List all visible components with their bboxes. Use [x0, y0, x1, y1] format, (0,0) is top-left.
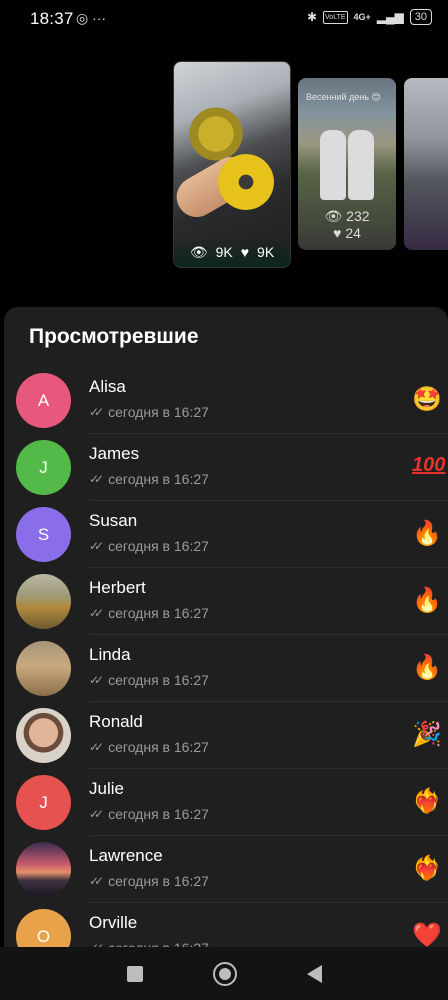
viewer-time: сегодня в 16:27: [108, 605, 209, 621]
story-image: [404, 78, 448, 250]
avatar[interactable]: [16, 574, 71, 629]
viewer-name: James: [89, 444, 140, 463]
story-views: 9K: [215, 244, 233, 260]
reaction-icon: 🔥: [412, 654, 442, 681]
double-check-icon: ✓✓: [89, 740, 104, 754]
viewer-seen-info: ✓✓ сегодня в 16:27: [89, 806, 209, 822]
recents-button[interactable]: [126, 965, 143, 982]
viewer-seen-info: ✓✓ сегодня в 16:27: [89, 471, 209, 487]
reaction-icon: ❤️: [412, 922, 442, 947]
system-navbar: [0, 947, 448, 1000]
viewer-time: сегодня в 16:27: [108, 806, 209, 822]
double-check-icon: ✓✓: [89, 405, 104, 419]
viewer-seen-info: ✓✓ сегодня в 16:27: [89, 538, 209, 554]
viewer-name: Linda: [89, 645, 131, 664]
viewer-row[interactable]: A Alisa ✓✓ сегодня в 16:27 🤩: [4, 367, 448, 434]
viewer-time: сегодня в 16:27: [108, 538, 209, 554]
viewer-name: Herbert: [89, 578, 146, 597]
reaction-icon: ❤️‍🔥: [412, 788, 442, 815]
double-check-icon: ✓✓: [89, 874, 104, 888]
viewers-sheet: Просмотревшие A Alisa ✓✓ сегодня в 16:27 🤩 J J…: [4, 307, 448, 947]
viewer-row[interactable]: J Julie ✓✓ сегодня в 16:27 ❤️‍🔥: [4, 769, 448, 836]
eye-icon: 👁: [324, 208, 343, 224]
story-stats: 👁 9K ♥ 9K: [174, 237, 290, 267]
sheet-title: Просмотревшие: [29, 325, 199, 348]
story-likes: 24: [345, 225, 361, 241]
viewer-name: Lawrence: [89, 846, 163, 865]
home-button[interactable]: [212, 961, 237, 986]
reaction-icon: 🔥: [412, 587, 442, 614]
viewer-seen-info: ✓✓ сегодня в 16:27: [89, 739, 209, 755]
story-caption: Весенний день 😊: [306, 92, 381, 102]
avatar[interactable]: [16, 842, 71, 897]
story-card[interactable]: Весенний день 😊 👁 232 ♥ 24: [298, 78, 396, 250]
avatar[interactable]: [16, 708, 71, 763]
reaction-icon: 100: [412, 454, 446, 476]
viewer-row[interactable]: Herbert ✓✓ сегодня в 16:27 🔥: [4, 568, 448, 635]
stories-carousel[interactable]: 👁 9K ♥ 9K Весенний день 😊 👁 232 ♥ 24: [0, 0, 448, 310]
avatar[interactable]: S: [16, 507, 71, 562]
viewer-name: Julie: [89, 779, 124, 798]
avatar[interactable]: J: [16, 775, 71, 830]
viewer-row[interactable]: Linda ✓✓ сегодня в 16:27 🔥: [4, 635, 448, 702]
viewer-row[interactable]: O Orville ✓✓сегодня в 16:27 ❤️: [4, 903, 448, 947]
viewer-time: сегодня в 16:27: [108, 471, 209, 487]
avatar[interactable]: A: [16, 373, 71, 428]
viewer-seen-info: ✓✓ сегодня в 16:27: [89, 605, 209, 621]
viewer-seen-info: ✓✓ сегодня в 16:27: [89, 404, 209, 420]
viewer-time: сегодня в 16:27: [108, 940, 209, 947]
story-image-detail: [320, 130, 346, 200]
viewer-row[interactable]: Lawrence ✓✓ сегодня в 16:27 ❤️‍🔥: [4, 836, 448, 903]
viewer-seen-info: ✓✓сегодня в 16:27: [89, 940, 209, 947]
reaction-icon: 🤩: [412, 386, 442, 413]
viewer-time: сегодня в 16:27: [108, 739, 209, 755]
viewer-name: Orville: [89, 913, 138, 932]
double-check-icon: ✓✓: [89, 673, 104, 687]
viewer-row[interactable]: S Susan ✓✓ сегодня в 16:27 🔥: [4, 501, 448, 568]
viewer-row[interactable]: Ronald ✓✓ сегодня в 16:27 🎉: [4, 702, 448, 769]
viewer-time: сегодня в 16:27: [108, 404, 209, 420]
story-views: 232: [346, 208, 370, 224]
viewer-name: Alisa: [89, 377, 126, 396]
viewer-seen-info: ✓✓ сегодня в 16:27: [89, 672, 209, 688]
viewers-list[interactable]: A Alisa ✓✓ сегодня в 16:27 🤩 J James ✓✓ сегодня …: [4, 367, 448, 947]
story-stats: 👁 232 ♥ 24: [298, 208, 396, 242]
back-button[interactable]: [306, 964, 322, 983]
viewer-time: сегодня в 16:27: [108, 873, 209, 889]
heart-icon: ♥: [333, 225, 342, 241]
avatar-initial: O: [36, 926, 51, 946]
eye-icon: 👁: [189, 243, 208, 260]
story-card[interactable]: [404, 78, 448, 250]
heart-icon: ♥: [240, 244, 250, 260]
story-card-active[interactable]: 👁 9K ♥ 9K: [173, 61, 291, 268]
double-check-icon: ✓✓: [89, 807, 104, 821]
avatar-initial: J: [39, 457, 48, 477]
viewer-row[interactable]: J James ✓✓ сегодня в 16:27 100: [4, 434, 448, 501]
story-likes: 9K: [257, 244, 275, 260]
reaction-icon: 🔥: [412, 520, 442, 547]
double-check-icon: ✓✓: [89, 606, 104, 620]
double-check-icon: ✓✓: [89, 472, 104, 486]
story-image-detail: [348, 130, 374, 200]
viewer-name: Ronald: [89, 712, 143, 731]
avatar[interactable]: O: [16, 909, 71, 947]
avatar[interactable]: [16, 641, 71, 696]
story-image-detail: [218, 154, 274, 210]
avatar[interactable]: J: [16, 440, 71, 495]
avatar-initial: A: [37, 390, 50, 410]
viewer-seen-info: ✓✓ сегодня в 16:27: [89, 873, 209, 889]
viewer-time: сегодня в 16:27: [108, 672, 209, 688]
reaction-icon: ❤️‍🔥: [412, 855, 442, 882]
avatar-initial: S: [37, 524, 50, 544]
double-check-icon: ✓✓: [89, 539, 104, 553]
avatar-initial: J: [39, 792, 48, 812]
reaction-icon: 🎉: [412, 721, 442, 748]
viewer-name: Susan: [89, 511, 138, 530]
